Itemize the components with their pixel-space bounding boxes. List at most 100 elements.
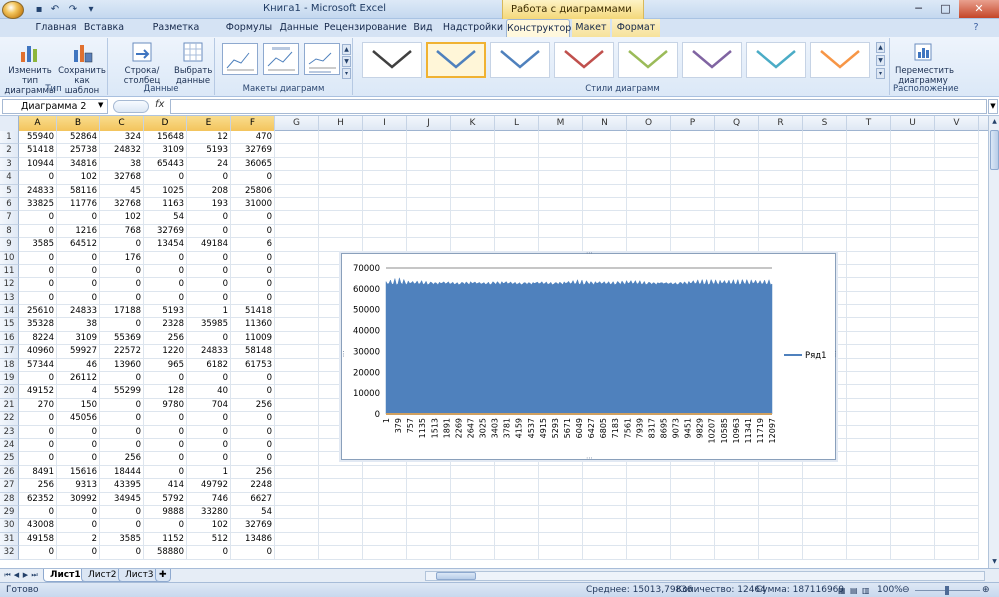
cell-f13[interactable]: 0 <box>231 291 275 306</box>
zoom-slider-thumb[interactable] <box>945 586 949 595</box>
cell-j29[interactable] <box>407 505 451 520</box>
cell-v17[interactable] <box>935 345 979 359</box>
chart-style-4[interactable] <box>554 42 614 78</box>
cell-l29[interactable] <box>495 505 539 520</box>
cell-h2[interactable] <box>319 144 363 158</box>
cell-g21[interactable] <box>275 398 319 413</box>
chart-resize-handle-bottom[interactable]: ⋯ <box>586 454 593 462</box>
cell-e23[interactable]: 0 <box>187 425 231 439</box>
styles-more[interactable]: ▾ <box>876 68 885 79</box>
cell-e29[interactable]: 33280 <box>187 505 231 520</box>
cell-r31[interactable] <box>759 532 803 547</box>
cell-p29[interactable] <box>671 505 715 520</box>
cell-c7[interactable]: 102 <box>100 211 144 225</box>
cell-l9[interactable] <box>495 238 539 252</box>
expand-formula-bar-icon[interactable]: ▼ <box>988 99 998 114</box>
row-header[interactable]: 3 <box>0 157 19 172</box>
cell-g13[interactable] <box>275 291 319 306</box>
cell-t9[interactable] <box>847 238 891 252</box>
column-header-c[interactable]: C <box>100 116 144 131</box>
cell-s28[interactable] <box>803 492 847 506</box>
cell-g26[interactable] <box>275 465 319 480</box>
cell-k29[interactable] <box>451 505 495 520</box>
cell-q5[interactable] <box>715 184 759 198</box>
cell-v27[interactable] <box>935 479 979 493</box>
cell-c15[interactable]: 0 <box>100 318 144 332</box>
cell-m8[interactable] <box>539 224 583 239</box>
cell-a15[interactable]: 35328 <box>19 318 57 332</box>
cell-b15[interactable]: 38 <box>57 318 100 332</box>
cell-t5[interactable] <box>847 184 891 198</box>
cell-e26[interactable]: 1 <box>187 465 231 480</box>
row-header[interactable]: 7 <box>0 211 19 225</box>
cell-c24[interactable]: 0 <box>100 438 144 453</box>
cell-j3[interactable] <box>407 157 451 172</box>
cell-t13[interactable] <box>847 291 891 306</box>
cell-o28[interactable] <box>627 492 671 506</box>
page-layout-view-icon[interactable]: ▤ <box>850 583 858 597</box>
cell-k9[interactable] <box>451 238 495 252</box>
cell-u1[interactable] <box>891 131 935 145</box>
cell-s4[interactable] <box>803 171 847 185</box>
row-header[interactable]: 5 <box>0 184 19 198</box>
cell-d6[interactable]: 1163 <box>144 197 187 212</box>
tab-home[interactable]: Главная <box>31 19 81 37</box>
cell-v25[interactable] <box>935 452 979 466</box>
cell-e21[interactable]: 704 <box>187 398 231 413</box>
cell-o29[interactable] <box>627 505 671 520</box>
cell-u8[interactable] <box>891 224 935 239</box>
cell-h27[interactable] <box>319 479 363 493</box>
tab-layout[interactable]: Макет <box>572 19 610 37</box>
cell-b22[interactable]: 45056 <box>57 412 100 426</box>
cell-i8[interactable] <box>363 224 407 239</box>
cell-v32[interactable] <box>935 546 979 560</box>
cell-c31[interactable]: 3585 <box>100 532 144 547</box>
cell-v26[interactable] <box>935 465 979 480</box>
column-header-a[interactable]: A <box>19 116 57 131</box>
cell-c28[interactable]: 34945 <box>100 492 144 506</box>
cell-p31[interactable] <box>671 532 715 547</box>
cell-k5[interactable] <box>451 184 495 198</box>
cell-u24[interactable] <box>891 438 935 453</box>
row-header[interactable]: 23 <box>0 425 19 439</box>
chart-layout-2[interactable] <box>263 43 299 75</box>
cell-j30[interactable] <box>407 519 451 533</box>
column-header-h[interactable]: H <box>319 116 363 131</box>
cell-m32[interactable] <box>539 546 583 560</box>
cell-v24[interactable] <box>935 438 979 453</box>
zoom-out-icon[interactable]: ⊖ <box>902 583 910 597</box>
cell-g15[interactable] <box>275 318 319 332</box>
cell-g8[interactable] <box>275 224 319 239</box>
cell-v21[interactable] <box>935 398 979 413</box>
cell-e4[interactable]: 0 <box>187 171 231 185</box>
cell-f28[interactable]: 6627 <box>231 492 275 506</box>
cell-a1[interactable]: 55940 <box>19 131 57 145</box>
cell-u19[interactable] <box>891 372 935 386</box>
first-sheet-icon[interactable]: ⏮ <box>3 570 12 581</box>
cell-u14[interactable] <box>891 305 935 319</box>
cell-k7[interactable] <box>451 211 495 225</box>
cell-q6[interactable] <box>715 197 759 212</box>
cell-t8[interactable] <box>847 224 891 239</box>
cell-f29[interactable]: 54 <box>231 505 275 520</box>
cell-l27[interactable] <box>495 479 539 493</box>
cell-q9[interactable] <box>715 238 759 252</box>
row-header[interactable]: 13 <box>0 291 19 306</box>
cell-u28[interactable] <box>891 492 935 506</box>
row-header[interactable]: 29 <box>0 505 19 520</box>
cell-g24[interactable] <box>275 438 319 453</box>
switch-row-column-button[interactable]: Строка/столбец <box>112 40 172 86</box>
layouts-more[interactable]: ▾ <box>342 68 351 79</box>
cell-f16[interactable]: 11009 <box>231 331 275 346</box>
cell-a32[interactable]: 0 <box>19 546 57 560</box>
cell-f19[interactable]: 0 <box>231 372 275 386</box>
cell-a22[interactable]: 0 <box>19 412 57 426</box>
cell-f25[interactable]: 0 <box>231 452 275 466</box>
row-header[interactable]: 17 <box>0 345 19 359</box>
cell-m6[interactable] <box>539 197 583 212</box>
chart-resize-handle-left[interactable]: ⋮ <box>340 350 347 358</box>
cell-t32[interactable] <box>847 546 891 560</box>
cell-b24[interactable]: 0 <box>57 438 100 453</box>
cell-e11[interactable]: 0 <box>187 264 231 279</box>
cell-u26[interactable] <box>891 465 935 480</box>
